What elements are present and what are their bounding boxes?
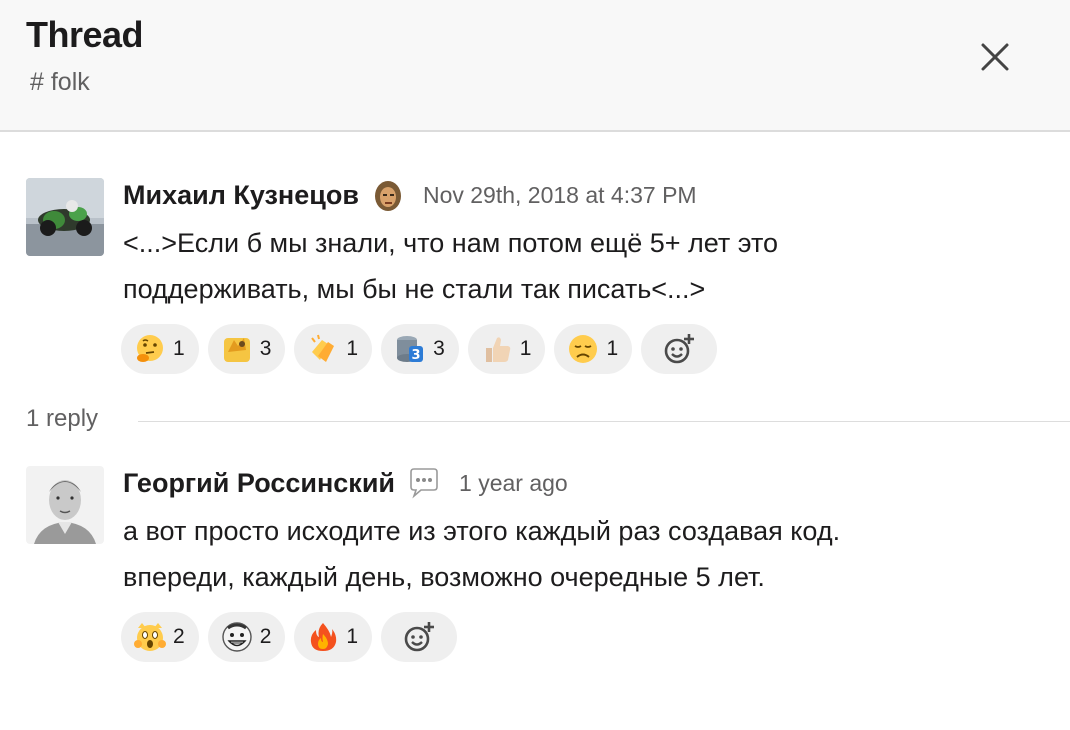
close-button[interactable] — [972, 34, 1018, 80]
svg-text:3: 3 — [412, 348, 421, 363]
thumbs-up-icon — [485, 337, 510, 362]
thread-header: Thread # folk — [0, 0, 1070, 132]
channel-link[interactable]: # folk — [30, 68, 90, 97]
message-line: а вот просто исходите из этого каждый ра… — [123, 516, 841, 546]
reaction-count: 1 — [346, 625, 359, 648]
reaction-clap[interactable]: 1 — [294, 324, 373, 374]
reaction-facepalm[interactable]: 3 — [207, 324, 286, 374]
message-text: <...>Если б мы знали, что нам потом ещё … — [123, 220, 1023, 312]
reply-count: 1 reply — [26, 405, 99, 432]
reaction-count: 1 — [173, 337, 185, 360]
add-reaction-icon — [664, 334, 695, 364]
fire-icon — [311, 623, 337, 651]
reaction-count: 2 — [259, 625, 272, 648]
reaction-count: 3 — [259, 337, 272, 360]
speech-bubble-icon — [407, 466, 441, 500]
author-name[interactable]: Георгий Россинский — [123, 468, 395, 499]
timestamp[interactable]: Nov 29th, 2018 at 4:37 PM — [423, 182, 697, 209]
troll-face-icon — [221, 622, 252, 652]
warrior-face-icon — [371, 178, 405, 212]
message-line: впереди, каждый день, возможно очередные… — [123, 562, 765, 592]
author-name[interactable]: Михаил Кузнецов — [123, 180, 359, 211]
reaction-screaming-cat[interactable]: 2 — [121, 612, 199, 662]
reaction-count: 3 — [433, 337, 445, 360]
reaction-thinking[interactable]: 1 — [121, 324, 199, 374]
message-line: <...>Если б мы знали, что нам потом ещё … — [123, 228, 779, 258]
thread-title: Thread — [26, 14, 144, 55]
thinking-face-icon — [137, 335, 163, 362]
reaction-thumbsup[interactable]: 1 — [467, 324, 546, 374]
reactions-bar: 1 3 1 3 3 1 1 — [121, 324, 726, 374]
close-icon — [981, 43, 1009, 71]
facepalm-icon — [223, 338, 250, 362]
disappointed-face-icon — [569, 335, 598, 363]
message-text: а вот просто исходите из этого каждый ра… — [123, 508, 1023, 600]
timestamp[interactable]: 1 year ago — [459, 470, 568, 497]
reaction-count: 1 — [606, 337, 619, 360]
add-reaction-icon — [404, 622, 435, 652]
reaction-count: 2 — [173, 625, 185, 648]
reaction-fire[interactable]: 1 — [294, 612, 373, 662]
reaction-database[interactable]: 3 3 — [381, 324, 459, 374]
divider — [138, 421, 1070, 422]
avatar[interactable] — [26, 466, 104, 544]
reactions-bar: 2 2 1 — [121, 612, 466, 662]
clapping-hands-icon — [311, 334, 335, 362]
reaction-count: 1 — [519, 337, 532, 360]
screaming-cat-icon — [134, 623, 166, 651]
add-reaction-button[interactable] — [641, 324, 718, 374]
add-reaction-button[interactable] — [381, 612, 458, 662]
reaction-count: 1 — [346, 337, 359, 360]
reaction-troll[interactable]: 2 — [207, 612, 286, 662]
reaction-disappointed[interactable]: 1 — [554, 324, 633, 374]
message-line: поддерживать, мы бы не стали так писать<… — [123, 274, 706, 304]
avatar[interactable] — [26, 178, 104, 256]
database-3-icon: 3 — [397, 336, 424, 363]
